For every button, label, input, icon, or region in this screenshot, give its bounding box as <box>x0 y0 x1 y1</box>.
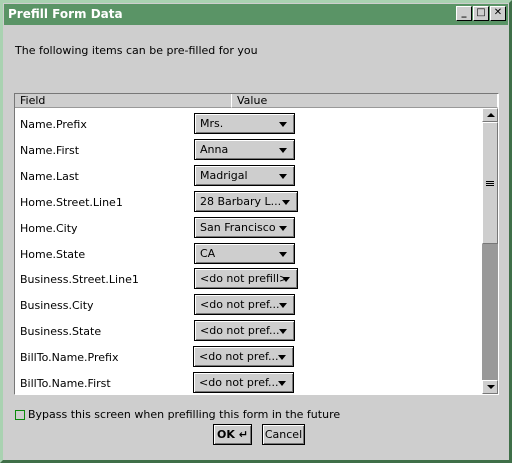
scroll-down-arrow-icon[interactable] <box>482 380 498 394</box>
chevron-down-icon <box>279 303 287 309</box>
table-row: Name.Prefix Mrs. <box>15 111 483 137</box>
value-dropdown[interactable]: 28 Barbary L... <box>194 190 298 212</box>
scrollbar-thumb[interactable] <box>482 122 498 244</box>
dropdown-value: Anna <box>200 142 229 156</box>
table-row: BillTo.Name.Prefix <do not pref... <box>15 344 483 370</box>
column-header-value[interactable]: Value <box>232 94 498 108</box>
bypass-label[interactable]: Bypass this screen when prefilling this … <box>28 408 340 421</box>
dropdown-value: <do not pref... <box>199 350 279 364</box>
field-label: BillTo.Name.Prefix <box>20 351 119 365</box>
chevron-down-icon <box>279 122 287 127</box>
intro-text: The following items can be pre-filled fo… <box>15 44 258 57</box>
minimize-button[interactable]: _ <box>456 6 472 21</box>
table-row: Home.State CA <box>15 241 483 267</box>
chevron-down-icon <box>278 355 286 361</box>
field-label: Home.Street.Line1 <box>20 195 123 209</box>
chevron-down-icon <box>279 225 287 231</box>
value-dropdown[interactable]: CA <box>194 242 295 264</box>
table-row: Name.First Anna <box>15 137 483 163</box>
maximize-button[interactable]: □ <box>473 6 489 21</box>
field-label: Name.Prefix <box>20 118 87 131</box>
chevron-down-icon <box>282 199 290 205</box>
dropdown-value: <do not pref... <box>200 324 280 338</box>
table-row: Business.Street.Line1 <do not prefill> <box>15 266 483 292</box>
chevron-down-icon <box>279 173 287 179</box>
value-dropdown[interactable]: <do not pref... <box>194 320 295 342</box>
table-row: Name.Last Madrigal <box>15 163 483 189</box>
chevron-down-icon <box>279 251 287 257</box>
field-label: Home.City <box>20 221 78 235</box>
dropdown-value: CA <box>200 246 216 260</box>
cancel-button[interactable]: Cancel <box>262 424 305 445</box>
chevron-down-icon <box>282 277 290 283</box>
field-label: Business.City <box>20 299 94 313</box>
prefill-table: Field Value Name.Prefix Mrs. Name.First Ann… <box>14 93 499 395</box>
field-label: Business.State <box>20 325 102 339</box>
table-row: Business.City <do not pref... <box>15 292 483 318</box>
value-dropdown[interactable]: San Francisco <box>194 216 295 238</box>
dropdown-value: Mrs. <box>200 117 224 130</box>
dropdown-value: San Francisco <box>200 220 276 234</box>
table-row: Home.Street.Line1 28 Barbary L... <box>15 189 483 215</box>
value-dropdown[interactable]: <do not pref... <box>194 294 295 316</box>
field-label: Name.Last <box>20 169 79 183</box>
value-dropdown[interactable]: Anna <box>194 138 295 160</box>
close-button[interactable]: ✕ <box>490 6 506 21</box>
prefill-dialog: Prefill Form Data _ □ ✕ The following it… <box>0 0 512 463</box>
chevron-down-icon <box>279 147 287 153</box>
table-header: Field Value <box>15 94 498 108</box>
field-label: Business.Street.Line1 <box>20 273 139 287</box>
field-label: Home.State <box>20 247 86 261</box>
dropdown-value: 28 Barbary L... <box>200 194 282 208</box>
chevron-down-icon <box>278 381 286 386</box>
ok-button[interactable]: OK ↵ <box>213 424 252 445</box>
dropdown-value: Madrigal <box>200 168 248 182</box>
value-dropdown[interactable]: Madrigal <box>194 164 295 186</box>
table-row: BillTo.Name.First <do not pref... <box>15 370 483 396</box>
field-label: Name.First <box>20 143 80 157</box>
window-title: Prefill Form Data <box>8 7 123 21</box>
bypass-checkbox[interactable] <box>15 410 25 420</box>
value-dropdown[interactable]: <do not pref... <box>193 372 294 393</box>
value-dropdown[interactable]: Mrs. <box>194 113 295 134</box>
vertical-scrollbar[interactable] <box>482 108 498 394</box>
chevron-down-icon <box>279 329 287 335</box>
table-row: Business.State <do not pref... <box>15 318 483 344</box>
grip-icon <box>486 181 494 186</box>
dropdown-value: <do not prefill> <box>200 272 289 286</box>
field-label: BillTo.Name.First <box>20 377 111 390</box>
column-header-field[interactable]: Field <box>15 94 232 108</box>
scroll-up-arrow-icon[interactable] <box>482 108 498 122</box>
dropdown-value: <do not pref... <box>199 376 279 389</box>
value-dropdown[interactable]: <do not prefill> <box>194 268 298 290</box>
value-dropdown[interactable]: <do not pref... <box>193 346 294 368</box>
title-bar[interactable]: Prefill Form Data _ □ ✕ <box>4 4 508 25</box>
dropdown-value: <do not pref... <box>200 298 280 312</box>
table-row: Home.City San Francisco <box>15 215 483 241</box>
